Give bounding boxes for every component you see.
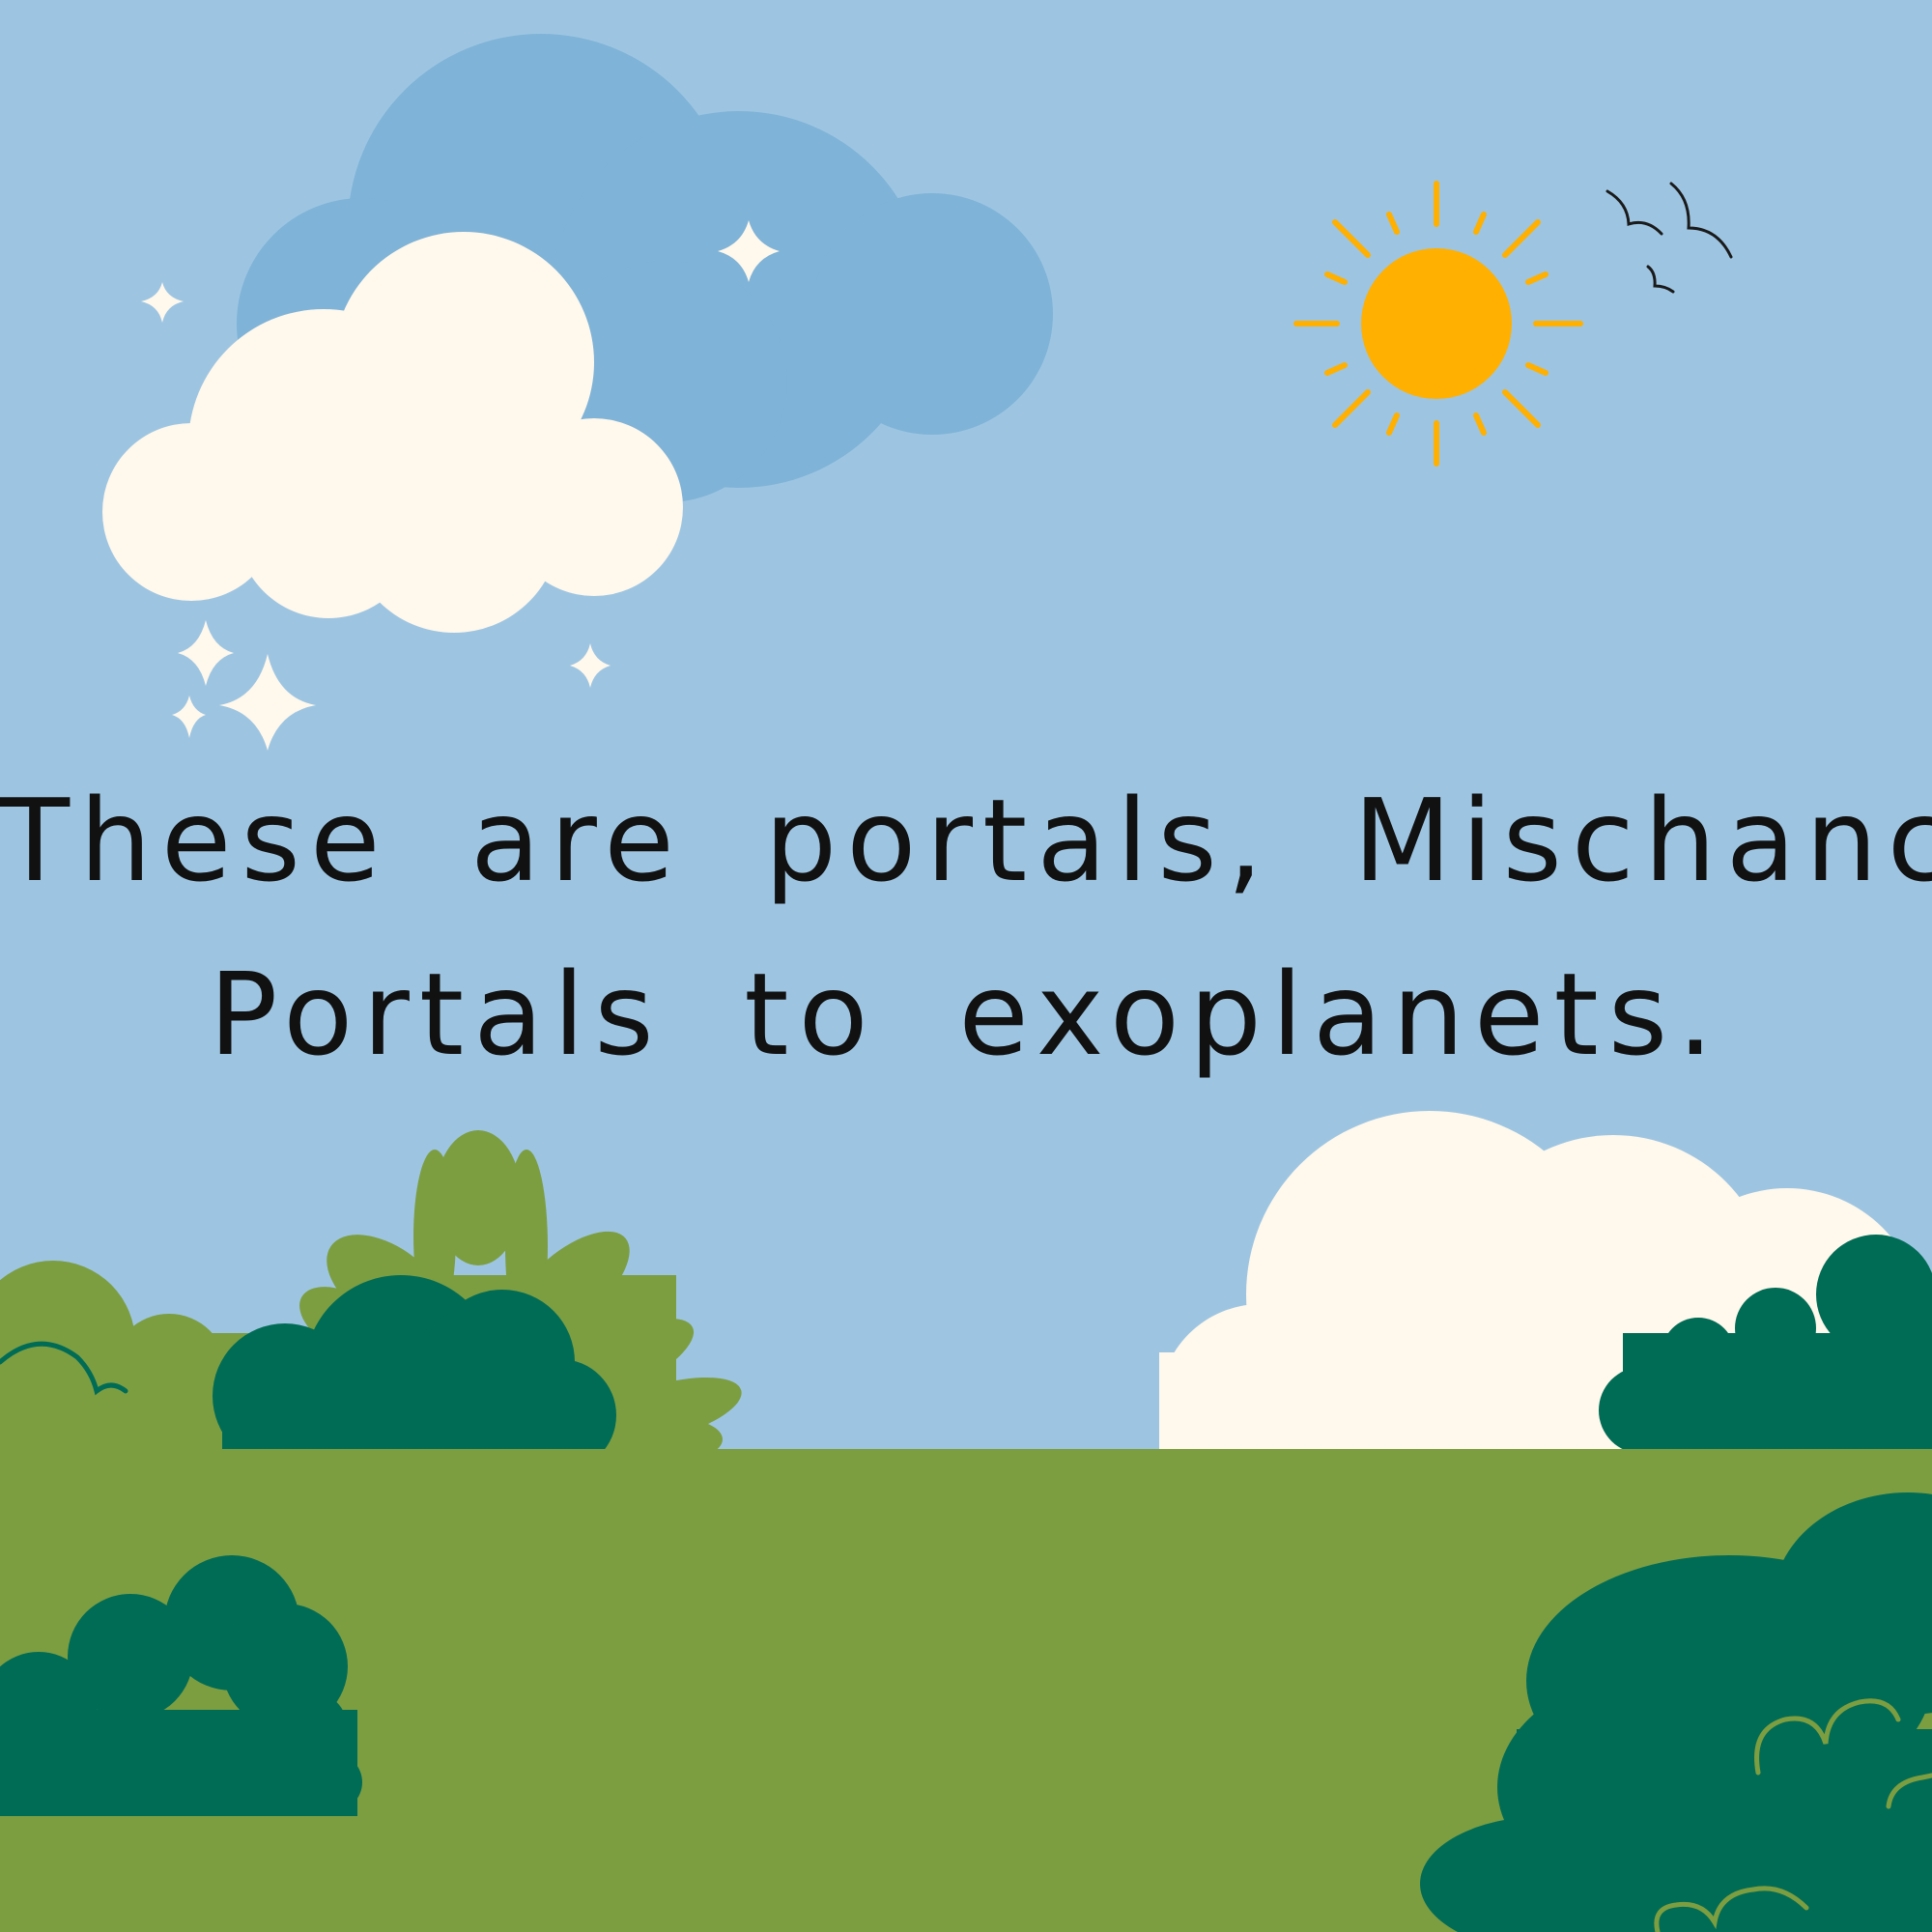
caption: These are portals, Mischance. Portals to… — [0, 753, 1932, 1101]
caption-line-2: Portals to exoplanets. — [209, 948, 1723, 1081]
caption-line-1: These are portals, Mischance. — [0, 774, 1932, 907]
sun-icon — [1293, 181, 1583, 467]
illustration: These are portals, Mischance. Portals to… — [0, 0, 1932, 1932]
